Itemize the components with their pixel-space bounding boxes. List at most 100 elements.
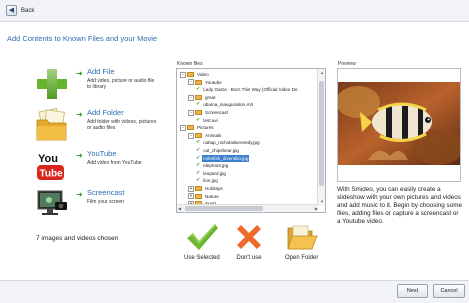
checkmark-icon: ✔	[196, 101, 201, 108]
tree-item-label: great	[205, 94, 216, 100]
known-files-tree[interactable]: - Video - Youtube ✔ Lady GaGa - Born This Way…	[176, 68, 326, 213]
add-folder-title: Add Folder	[87, 108, 124, 117]
checkmark-icon: ✔	[196, 162, 201, 169]
tree-folder-row[interactable]: - Youtube	[177, 79, 319, 87]
tree-item-label: elephant.jpg	[203, 163, 229, 169]
arrow-right-icon: ➜	[76, 69, 83, 78]
use-selected-button[interactable]: Use Selected	[184, 222, 220, 261]
scroll-thumb[interactable]	[319, 81, 324, 186]
checkmark-icon: ✔	[196, 146, 201, 153]
tree-item-label: Lady GaGa - Born This Way (Official Vide…	[203, 87, 298, 93]
preview-image	[338, 82, 460, 165]
collapse-icon[interactable]: -	[188, 109, 194, 116]
cancel-button[interactable]: Cancel	[433, 284, 465, 298]
open-folder-button[interactable]: Open Folder	[285, 222, 318, 261]
scroll-down-icon[interactable]: ▼	[320, 199, 324, 205]
tree-folder-row[interactable]: + Holidays	[177, 185, 319, 193]
tree-item-label: Screencast	[205, 109, 228, 115]
youtube-title: YouTube	[87, 149, 117, 158]
add-folder-desc: Add folder with videos, pictures or audi…	[87, 119, 157, 131]
tree-folder-row[interactable]: - Pictures	[177, 124, 319, 132]
open-folder-icon	[287, 225, 318, 250]
checkmark-icon: ✔	[196, 116, 201, 123]
folder-icon	[187, 125, 194, 131]
tree-folder-row[interactable]: - Screencast	[177, 109, 319, 117]
screencast-action[interactable]: ➜ Screencast Film your screen	[35, 188, 125, 222]
tree-item-label: cat_chipshear.jpg	[203, 147, 239, 153]
tree-item-label: Youtube	[205, 79, 222, 85]
tree-item-label: Holidays	[205, 185, 223, 191]
folder-icon	[187, 72, 194, 78]
folder-icon	[195, 79, 202, 85]
collapse-icon[interactable]: -	[180, 124, 186, 131]
youtube-action[interactable]: You Tube ➜ YouTube Add video from YouTub…	[35, 149, 142, 183]
known-files-label: Known files	[177, 61, 203, 67]
chosen-count: 7 images and videos chosen	[36, 235, 119, 242]
arrow-right-icon: ➜	[76, 190, 83, 199]
arrow-right-icon: ➜	[76, 151, 83, 160]
tree-item-label: test.avi	[203, 117, 218, 123]
screencast-icon	[35, 188, 69, 222]
collapse-icon[interactable]: -	[188, 94, 194, 101]
tree-file-row[interactable]: ✔ cat_chipshear.jpg	[177, 147, 319, 155]
tree-file-row[interactable]: ✔ leopard.jpg	[177, 170, 319, 178]
tree-file-row[interactable]: ✔ test.avi	[177, 117, 319, 125]
tree-item-label: Nature	[205, 193, 219, 199]
folder-icon	[195, 193, 202, 199]
svg-text:Tube: Tube	[40, 169, 64, 180]
expand-icon[interactable]: +	[188, 193, 194, 200]
tree-file-row[interactable]: ✔ cattap_nicholaskennedy.jpg	[177, 139, 319, 147]
back-button[interactable]: ◀ Back	[6, 5, 34, 16]
youtube-icon: You Tube	[35, 149, 69, 183]
tree-folder-row[interactable]: + Nature	[177, 193, 319, 201]
tree-item-label: Video	[197, 72, 209, 77]
back-arrow-icon: ◀	[6, 5, 17, 16]
red-x-icon	[237, 225, 261, 249]
add-file-title: Add File	[87, 67, 115, 76]
tree-item-label: leopard.jpg	[203, 170, 226, 176]
tree-file-row[interactable]: ✔ lion.jpg	[177, 177, 319, 185]
scroll-right-icon[interactable]: ▶	[315, 206, 318, 212]
expand-icon[interactable]: +	[188, 185, 194, 192]
vertical-scrollbar[interactable]: ▲ ▼	[317, 69, 325, 206]
checkmark-icon: ✔	[196, 154, 201, 161]
folder-icon	[195, 186, 202, 192]
back-label: Back	[21, 7, 35, 14]
tree-folder-row[interactable]: - great	[177, 94, 319, 102]
youtube-desc: Add video from YouTube	[87, 160, 142, 166]
next-button[interactable]: Next	[397, 284, 428, 298]
tree-item-label: Pictures	[197, 125, 214, 131]
collapse-icon[interactable]: -	[188, 79, 194, 86]
green-plus-icon	[35, 67, 69, 101]
open-folder-label: Open Folder	[285, 255, 319, 261]
horizontal-scrollbar[interactable]: ◀ ▶	[177, 204, 319, 212]
scroll-thumb[interactable]	[185, 206, 263, 211]
folder-icon	[195, 95, 202, 101]
add-file-action[interactable]: ➜ Add File Add video, picture or audio f…	[35, 67, 154, 101]
tree-file-row[interactable]: ✔ elephant.jpg	[177, 162, 319, 170]
add-folder-action[interactable]: ➜ Add Folder Add folder with videos, pic…	[35, 107, 156, 142]
folder-files-icon	[35, 107, 69, 142]
checkmark-icon: ✔	[196, 139, 201, 146]
tree-folder-row[interactable]: - Video	[177, 71, 319, 79]
tree-item-label: Animals	[205, 132, 222, 138]
collapse-icon[interactable]: -	[180, 71, 186, 78]
dont-use-label: Don't use	[236, 255, 262, 261]
checkmark-icon: ✔	[196, 177, 201, 184]
file-tree[interactable]: - Video - Youtube ✔ Lady GaGa - Born This Way…	[177, 69, 319, 206]
tree-file-row[interactable]: ✔ colorfish_diversiko.jpg	[177, 154, 319, 163]
svg-text:You: You	[38, 153, 58, 165]
scroll-up-icon[interactable]: ▲	[320, 70, 324, 76]
preview-label: Preview	[338, 61, 356, 67]
arrow-right-icon: ➜	[76, 110, 83, 119]
scroll-left-icon[interactable]: ◀	[178, 206, 181, 212]
preview-panel	[337, 68, 461, 182]
folder-icon	[195, 110, 202, 116]
tree-file-row[interactable]: ✔ obama_inauguration.AVI	[177, 101, 319, 109]
folder-icon	[195, 133, 202, 139]
collapse-icon[interactable]: -	[188, 132, 194, 139]
tree-folder-row[interactable]: - Animals	[177, 132, 319, 140]
dont-use-button[interactable]: Don't use	[234, 222, 264, 261]
tree-file-row[interactable]: ✔ Lady GaGa - Born This Way (Official Vid…	[177, 86, 319, 94]
add-file-desc: Add video, picture or audio file to libr…	[87, 78, 155, 90]
